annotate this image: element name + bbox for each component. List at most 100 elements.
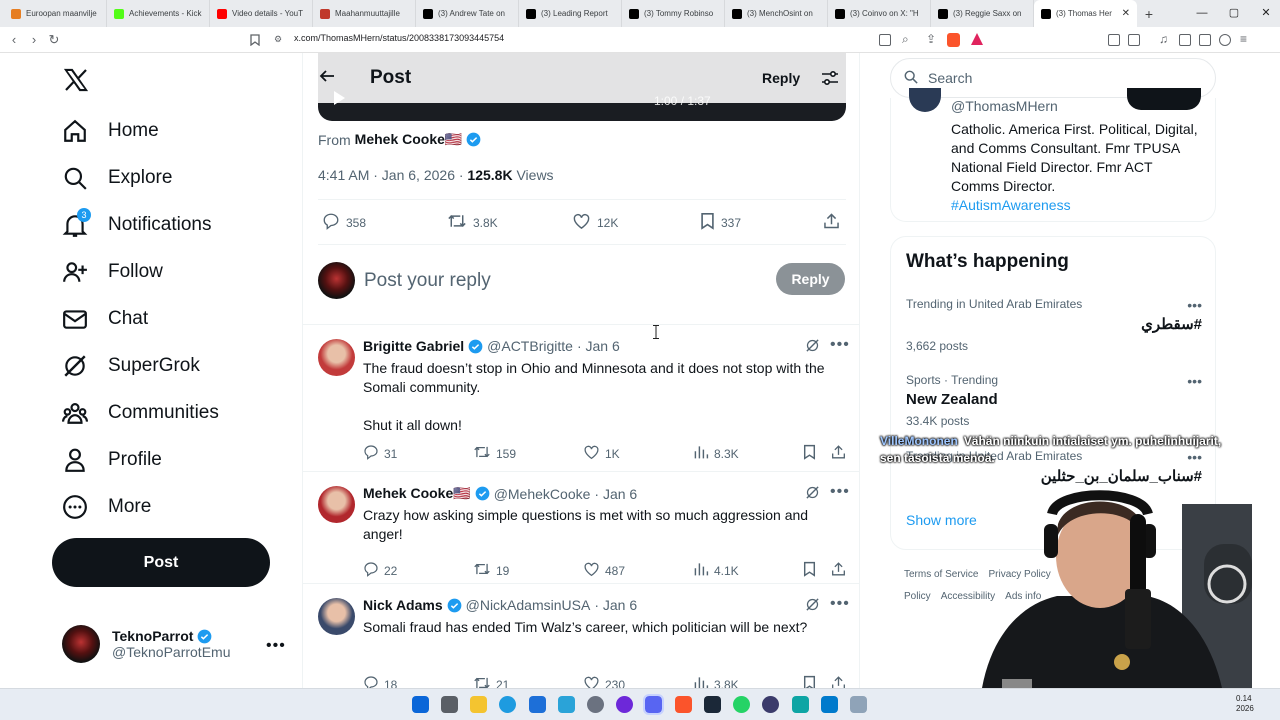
- nav-item-communities[interactable]: Communities: [62, 400, 219, 426]
- zoom-icon[interactable]: ⌕: [902, 32, 909, 47]
- grok-icon[interactable]: [805, 338, 820, 358]
- like-button[interactable]: 230: [583, 675, 625, 688]
- reply-input[interactable]: Post your reply: [364, 270, 491, 292]
- nav-item-notifications[interactable]: 3 Notifications: [62, 208, 212, 238]
- reply-author-handle[interactable]: @ACTBrigitte: [487, 338, 573, 354]
- browser-tab[interactable]: Achievements - Kick: [107, 0, 210, 27]
- edge-icon[interactable]: [499, 696, 516, 713]
- cast-icon[interactable]: [879, 34, 891, 46]
- browser-tab[interactable]: (3) MenchOsint on: [725, 0, 828, 27]
- bookmark-button[interactable]: [803, 444, 816, 463]
- source-author-link[interactable]: Mehek Cooke🇺🇸: [355, 131, 463, 148]
- share-button[interactable]: [831, 561, 846, 580]
- nav-item-home[interactable]: Home: [62, 118, 159, 144]
- browser-tab[interactable]: (3) Thomas Her ✕: [1034, 0, 1137, 27]
- like-count-button[interactable]: 12K: [572, 212, 618, 233]
- account-more-icon[interactable]: •••: [266, 637, 286, 655]
- nav-item-profile[interactable]: Profile: [62, 447, 162, 473]
- more-options-icon[interactable]: •••: [830, 595, 850, 613]
- repost-count-button[interactable]: 3.8K: [447, 212, 498, 233]
- header-reply-button[interactable]: Reply: [762, 70, 800, 86]
- show-more-link[interactable]: Show more: [906, 512, 977, 528]
- avatar[interactable]: [318, 598, 355, 635]
- post-timestamp[interactable]: 4:41 AM · Jan 6, 2026 ·: [318, 167, 464, 183]
- browser-tab[interactable]: (3) Andrew Tate on: [416, 0, 519, 27]
- share-icon[interactable]: ⇪: [926, 32, 936, 46]
- reply-date[interactable]: · Jan 6: [594, 486, 637, 502]
- nav-item-chat[interactable]: Chat: [62, 306, 148, 332]
- reply-button[interactable]: 22: [363, 561, 397, 580]
- repost-button[interactable]: 19: [473, 561, 509, 580]
- trend-item[interactable]: Sports · Trending New Zealand 33.4K posts •…: [906, 373, 1202, 428]
- hashtag-link[interactable]: #AutismAwareness: [951, 196, 1201, 215]
- follow-button[interactable]: [1127, 88, 1201, 110]
- whatsapp-icon[interactable]: [733, 696, 750, 713]
- like-button[interactable]: 1K: [583, 444, 620, 463]
- reply-author-name[interactable]: Brigitte Gabriel: [363, 338, 464, 354]
- trend-more-icon[interactable]: •••: [1187, 297, 1202, 313]
- browser-tab[interactable]: Maahanmuuttajille: [313, 0, 416, 27]
- avatar[interactable]: [909, 88, 941, 112]
- x-logo-icon[interactable]: [63, 68, 89, 97]
- nav-item-explore[interactable]: Explore: [62, 165, 172, 191]
- views-button[interactable]: 4.1K: [693, 561, 739, 580]
- avatar[interactable]: [318, 486, 355, 523]
- reply-author-handle[interactable]: @NickAdamsinUSA: [466, 597, 591, 613]
- discord-icon[interactable]: [643, 694, 664, 715]
- bookmark-count-button[interactable]: 337: [700, 212, 741, 233]
- account-switcher[interactable]: TeknoParrot @TeknoParrotEmu: [62, 625, 230, 663]
- reply-count-button[interactable]: 358: [322, 212, 366, 233]
- vscode-icon[interactable]: [821, 696, 838, 713]
- media-icon[interactable]: ♫: [1159, 32, 1168, 46]
- search-input[interactable]: Search: [928, 70, 972, 86]
- reload-icon[interactable]: ↻: [44, 32, 64, 48]
- repost-button[interactable]: 21: [473, 675, 509, 688]
- tab-close-icon[interactable]: ✕: [1122, 8, 1130, 19]
- settings-icon[interactable]: [587, 696, 604, 713]
- share-button[interactable]: [823, 212, 840, 233]
- file-explorer-icon[interactable]: [470, 696, 487, 713]
- grok-icon[interactable]: [805, 485, 820, 505]
- menu-icon[interactable]: ≡: [1240, 32, 1247, 46]
- reading-list-icon[interactable]: [1179, 34, 1191, 46]
- start-icon[interactable]: [412, 696, 429, 713]
- wallet-icon[interactable]: [1199, 34, 1211, 46]
- browser-tab[interactable]: Euroopan maanvilje: [4, 0, 107, 27]
- nav-item-follow[interactable]: Follow: [62, 259, 163, 285]
- brave-shield-icon[interactable]: [947, 33, 960, 47]
- reply-date[interactable]: · Jan 6: [577, 338, 620, 354]
- reply-button[interactable]: 18: [363, 675, 397, 688]
- site-info-icon[interactable]: ⚙: [274, 34, 282, 45]
- footer-link[interactable]: Terms of Service: [904, 569, 978, 580]
- obs-icon[interactable]: [762, 696, 779, 713]
- avatar[interactable]: [318, 339, 355, 376]
- share-button[interactable]: [831, 675, 846, 688]
- bookmark-button[interactable]: [803, 675, 816, 688]
- nav-item-supergrok[interactable]: SuperGrok: [62, 353, 200, 379]
- steam-icon[interactable]: [704, 696, 721, 713]
- system-clock[interactable]: 0.14 2026: [1236, 694, 1254, 714]
- browser-tab[interactable]: (3) Coinvo on X: "H: [828, 0, 931, 27]
- browser-tab[interactable]: (3) Reggie Saxx on: [931, 0, 1034, 27]
- snipping-tool-icon[interactable]: [558, 696, 575, 713]
- share-button[interactable]: [831, 444, 846, 463]
- nav-item-more[interactable]: More: [62, 494, 151, 520]
- url-field[interactable]: x.com/ThomasMHern/status/200833817309344…: [294, 33, 504, 43]
- trend-item[interactable]: Trending in United Arab Emirates #سقطري 3,…: [906, 297, 1202, 353]
- app-icon-2[interactable]: [792, 696, 809, 713]
- sidebar-toggle-icon[interactable]: [1128, 34, 1140, 46]
- reply-submit-button[interactable]: Reply: [776, 263, 845, 295]
- extensions-icon[interactable]: [1108, 34, 1120, 46]
- post-button[interactable]: Post: [52, 538, 270, 587]
- grok-icon[interactable]: [805, 597, 820, 617]
- close-window-button[interactable]: ✕: [1249, 0, 1280, 27]
- vpn-icon[interactable]: [1219, 34, 1231, 46]
- reply-button[interactable]: 31: [363, 444, 397, 463]
- more-options-icon[interactable]: •••: [830, 483, 850, 501]
- maximize-button[interactable]: ▢: [1217, 0, 1251, 27]
- brave-rewards-icon[interactable]: [971, 33, 983, 45]
- reply-author-handle[interactable]: @MehekCooke: [494, 486, 591, 502]
- browser-tab[interactable]: (3) Tommy Robinso: [622, 0, 725, 27]
- more-options-icon[interactable]: •••: [830, 336, 850, 354]
- browser-tab[interactable]: Video details - YouT: [210, 0, 313, 27]
